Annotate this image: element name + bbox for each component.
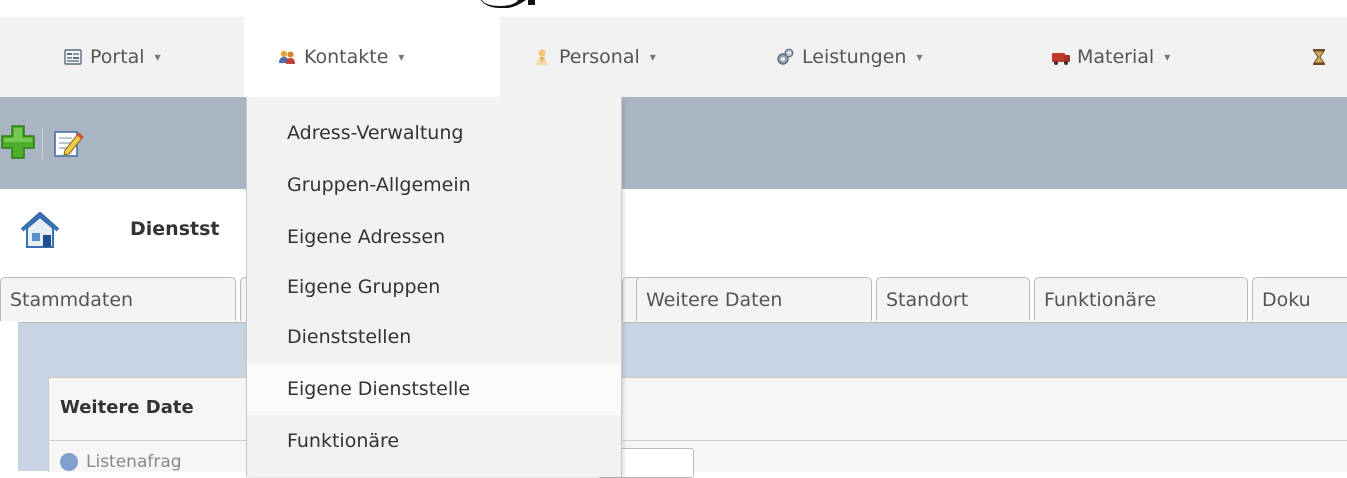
list-query-icon <box>60 453 78 471</box>
portal-icon <box>64 48 82 66</box>
home-icon <box>18 208 62 252</box>
weitere-daten-panel <box>48 377 1347 472</box>
menu-kontakte[interactable]: Kontakte ▾ <box>244 17 500 97</box>
menu-personal-label: Personal <box>559 46 640 68</box>
main-menu-bar: Portal ▾ Kontakte ▾ Personal ▾ Leistunge… <box>0 17 1347 97</box>
panel-divider <box>48 440 1347 441</box>
toolbar-separator <box>42 127 43 159</box>
chevron-down-icon: ▾ <box>916 50 923 64</box>
menu-personal[interactable]: Personal ▾ <box>533 17 656 97</box>
hourglass-icon <box>1310 48 1328 66</box>
menu-leistungen[interactable]: Leistungen ▾ <box>776 17 922 97</box>
edit-icon[interactable] <box>52 127 84 159</box>
person-icon <box>533 48 551 66</box>
tab-dokumente[interactable]: Doku <box>1252 277 1347 321</box>
list-query-label: Listenafrag <box>86 452 182 472</box>
menu-partial[interactable] <box>1310 17 1336 97</box>
dropdown-item-funktionaere[interactable]: Funktionäre <box>247 415 621 467</box>
tab-funktionaere[interactable]: Funktionäre <box>1034 277 1248 321</box>
dropdown-item-adress-verwaltung[interactable]: Adress-Verwaltung <box>247 107 621 159</box>
dropdown-item-dienststellen[interactable]: Dienststellen <box>247 311 621 363</box>
menu-kontakte-label: Kontakte <box>304 46 389 68</box>
toolbar <box>0 97 1347 189</box>
dropdown-item-eigene-adressen[interactable]: Eigene Adressen <box>247 211 621 263</box>
menu-portal-label: Portal <box>90 46 145 68</box>
menu-leistungen-label: Leistungen <box>802 46 907 68</box>
contacts-icon <box>278 48 296 66</box>
page-title-fragment <box>480 0 535 8</box>
dropdown-item-eigene-gruppen[interactable]: Eigene Gruppen <box>247 261 621 313</box>
panel-title: Weitere Date <box>60 397 194 418</box>
chevron-down-icon: ▾ <box>398 50 405 64</box>
chevron-down-icon: ▾ <box>649 50 656 64</box>
tab-standort[interactable]: Standort <box>876 277 1030 321</box>
add-icon[interactable] <box>0 124 36 160</box>
menu-portal[interactable]: Portal ▾ <box>64 17 161 97</box>
page-title: Dienstst <box>130 218 220 240</box>
chevron-down-icon: ▾ <box>154 50 161 64</box>
list-query-row[interactable]: Listenafrag <box>60 452 182 472</box>
menu-material-label: Material <box>1077 46 1155 68</box>
dropdown-item-eigene-dienststelle[interactable]: Eigene Dienststelle <box>247 363 621 415</box>
kontakte-dropdown-menu: Adress-Verwaltung Gruppen-Allgemein Eige… <box>246 97 622 477</box>
chevron-down-icon: ▾ <box>1164 50 1171 64</box>
material-icon <box>1051 48 1070 66</box>
tab-stammdaten[interactable]: Stammdaten <box>0 277 236 321</box>
menu-material[interactable]: Material ▾ <box>1051 17 1170 97</box>
dropdown-item-gruppen-allgemein[interactable]: Gruppen-Allgemein <box>247 159 621 211</box>
tab-bar: Stammdaten Weitere Daten Standort Funkti… <box>0 277 1347 325</box>
services-icon <box>776 48 794 66</box>
tab-weitere-daten[interactable]: Weitere Daten <box>636 277 872 321</box>
